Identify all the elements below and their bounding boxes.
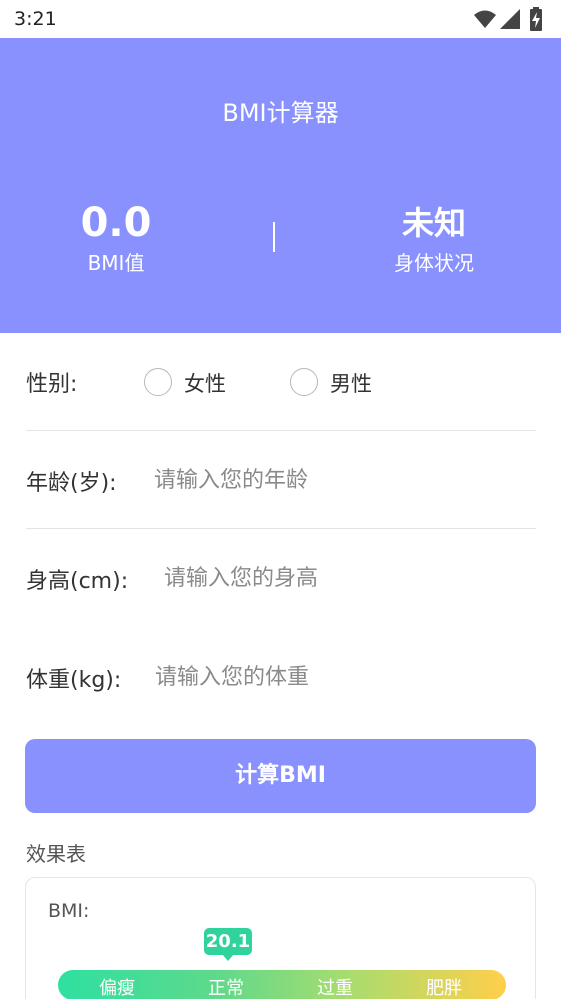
- result-table-title: 效果表: [26, 842, 86, 866]
- header-divider: [273, 222, 275, 252]
- bmi-marker: 20.1: [204, 928, 252, 955]
- gender-male-radio[interactable]: [290, 368, 318, 396]
- gender-label: 性别:: [26, 372, 78, 397]
- weight-label: 体重(kg):: [26, 668, 122, 693]
- age-label: 年龄(岁):: [26, 471, 117, 496]
- bmi-value-label: BMI值: [87, 251, 145, 275]
- signal-icon: [500, 9, 520, 29]
- calculate-bmi-button[interactable]: 计算BMI: [25, 739, 536, 813]
- status-time: 3:21: [14, 8, 57, 30]
- scale-obese: 肥胖: [426, 978, 462, 999]
- battery-charging-icon: [530, 7, 542, 31]
- wifi-icon: [474, 10, 496, 28]
- status-bar: 3:21: [0, 0, 561, 38]
- bmi-stat: 0.0 BMI值: [16, 198, 216, 278]
- bmi-value: 0.0: [80, 200, 152, 246]
- divider: [26, 528, 536, 529]
- app-title: BMI计算器: [222, 99, 339, 127]
- scale-normal: 正常: [208, 978, 244, 999]
- status-icons: [469, 7, 549, 31]
- header-panel: BMI计算器 0.0 BMI值 未知 身体状况: [0, 38, 561, 333]
- body-status-stat: 未知 身体状况: [334, 198, 534, 278]
- result-bmi-label: BMI:: [48, 900, 90, 922]
- age-input[interactable]: [154, 463, 524, 497]
- gender-female-radio[interactable]: [144, 368, 172, 396]
- body-status-label: 身体状况: [394, 251, 474, 275]
- scale-underweight: 偏瘦: [99, 978, 135, 999]
- scale-overweight: 过重: [317, 978, 353, 999]
- divider: [26, 430, 536, 431]
- body-status-value: 未知: [401, 204, 466, 242]
- gender-female-label[interactable]: 女性: [184, 368, 226, 398]
- height-input[interactable]: [164, 561, 524, 595]
- height-label: 身高(cm):: [26, 569, 129, 594]
- bmi-marker-pointer: [222, 954, 234, 961]
- gender-male-label[interactable]: 男性: [330, 368, 372, 398]
- weight-input[interactable]: [155, 660, 525, 694]
